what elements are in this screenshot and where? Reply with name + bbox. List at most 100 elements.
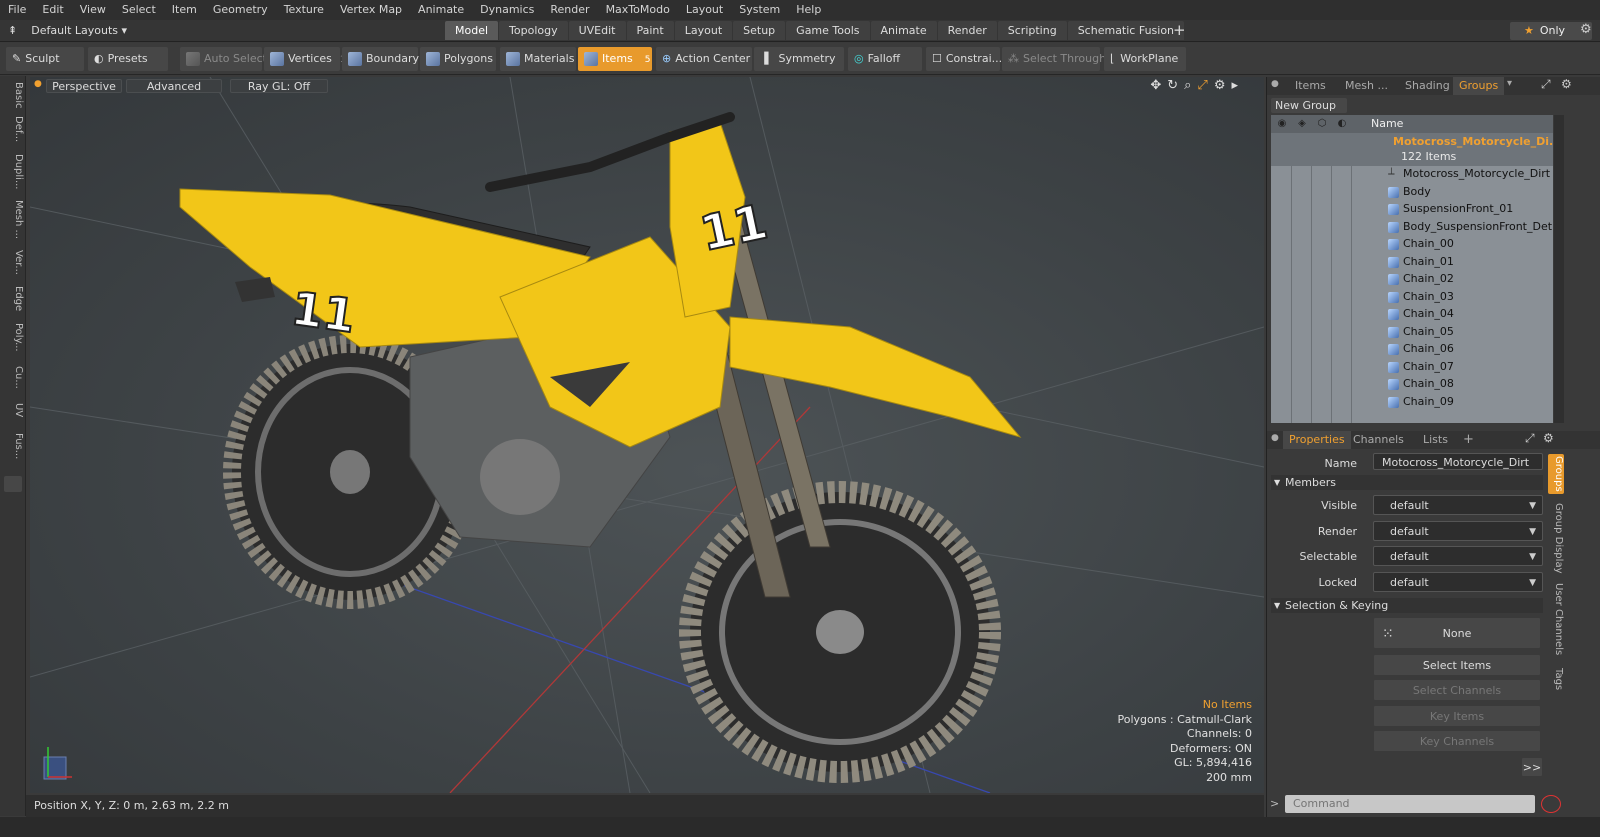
advanced-dropdown[interactable]: Advanced: [126, 79, 222, 93]
left-tab-deform[interactable]: Def...: [2, 114, 24, 144]
tree-row[interactable]: Chain_02: [1271, 271, 1553, 289]
left-tab-fusion[interactable]: Fus...: [2, 428, 24, 464]
tree-row[interactable]: Chain_01: [1271, 254, 1553, 272]
tree-row[interactable]: Chain_09: [1271, 394, 1553, 412]
menu-help[interactable]: Help: [788, 0, 829, 20]
left-strip-toggle[interactable]: [4, 476, 22, 492]
left-tab-vertex[interactable]: Ver...: [2, 248, 24, 276]
select-icon[interactable]: ◐: [1335, 117, 1349, 131]
tab-items[interactable]: Items: [1295, 77, 1326, 95]
render-dropdown[interactable]: default ▼: [1373, 521, 1543, 541]
tree-row[interactable]: ⟂ Motocross_Motorcycle_Dirt: [1271, 166, 1553, 184]
left-tab-edge[interactable]: Edge: [2, 284, 24, 314]
tab-lists[interactable]: Lists: [1423, 431, 1448, 449]
tab-setup[interactable]: Setup: [733, 21, 786, 40]
tree-row[interactable]: Chain_08: [1271, 376, 1553, 394]
add-tab-button[interactable]: +: [1173, 20, 1186, 41]
left-tab-basic[interactable]: Basic: [2, 80, 24, 110]
tab-model[interactable]: Model: [445, 21, 499, 40]
more-button[interactable]: >>: [1521, 757, 1543, 777]
left-tab-polygon[interactable]: Poly...: [2, 320, 24, 354]
properties-settings-icon[interactable]: ⚙: [1543, 431, 1554, 445]
zoom-icon[interactable]: ⌕: [1184, 78, 1197, 93]
side-tab-groups[interactable]: Groups: [1548, 454, 1564, 494]
3d-viewport[interactable]: 11 11 ● Perspective Advanced Ray GL: Off…: [30, 77, 1264, 793]
polygons-button[interactable]: Polygons: [420, 47, 496, 71]
selectable-dropdown[interactable]: default ▼: [1373, 546, 1543, 566]
auto-select-button[interactable]: Auto Select: [180, 47, 267, 71]
viewport-menu-dot-icon[interactable]: ●: [34, 79, 42, 89]
tab-groups[interactable]: Groups: [1453, 77, 1505, 95]
menu-item[interactable]: Item: [164, 0, 205, 20]
new-group-button[interactable]: New Group: [1271, 98, 1347, 113]
tree-row[interactable]: Chain_05: [1271, 324, 1553, 342]
selection-keying-section[interactable]: ▼ Selection & Keying: [1271, 598, 1543, 613]
render-icon[interactable]: ◈: [1295, 117, 1309, 131]
side-tab-tags[interactable]: Tags: [1548, 664, 1564, 694]
tree-row[interactable]: Chain_06: [1271, 341, 1553, 359]
left-tab-duplicate[interactable]: Dupli...: [2, 152, 24, 192]
menu-maxtomodo[interactable]: MaxToModo: [598, 0, 678, 20]
left-tab-mesh[interactable]: Mesh ...: [2, 200, 24, 240]
tree-row[interactable]: Chain_03: [1271, 289, 1553, 307]
visible-dropdown[interactable]: default ▼: [1373, 495, 1543, 515]
fit-icon[interactable]: ⤢: [1197, 78, 1213, 93]
command-input[interactable]: [1285, 795, 1535, 813]
menu-render[interactable]: Render: [542, 0, 597, 20]
menu-geometry[interactable]: Geometry: [205, 0, 276, 20]
tree-row[interactable]: Chain_00: [1271, 236, 1553, 254]
panel-settings-icon[interactable]: ⚙: [1561, 77, 1572, 91]
items-button[interactable]: Items 5: [578, 47, 652, 71]
menu-vertex-map[interactable]: Vertex Map: [332, 0, 410, 20]
workplane-button[interactable]: ⌊ WorkPlane: [1104, 47, 1186, 71]
raygl-dropdown[interactable]: Ray GL: Off: [230, 79, 328, 93]
group-root-row[interactable]: Motocross_Motorcycle_Di... 122 Items: [1271, 133, 1553, 166]
symmetry-button[interactable]: ▐ Symmetry: [754, 47, 844, 71]
layout-dropdown[interactable]: ⇞ Default Layouts ▾: [8, 20, 127, 42]
menu-view[interactable]: View: [72, 0, 114, 20]
tab-mesh[interactable]: Mesh ...: [1345, 77, 1388, 95]
perspective-dropdown[interactable]: Perspective: [46, 79, 122, 93]
tab-game-tools[interactable]: Game Tools: [786, 21, 870, 40]
left-tab-curve[interactable]: Cu...: [2, 364, 24, 390]
menu-dynamics[interactable]: Dynamics: [472, 0, 542, 20]
sculpt-button[interactable]: ✎ Sculpt: [6, 47, 84, 71]
side-tab-group-display[interactable]: Group Display: [1548, 502, 1564, 574]
viewport-settings-icon[interactable]: ⚙: [1214, 78, 1232, 93]
settings-icon[interactable]: ⚙: [1580, 22, 1592, 37]
tab-animate[interactable]: Animate: [870, 21, 937, 40]
key-channels-button[interactable]: Key Channels: [1373, 730, 1541, 752]
maximize-icon[interactable]: ⤢: [1541, 77, 1551, 92]
pan-icon[interactable]: ✥: [1150, 78, 1167, 93]
tree-row[interactable]: SuspensionFront_01: [1271, 201, 1553, 219]
action-center-button[interactable]: ⊕ Action Center: [656, 47, 752, 71]
tab-uvedit[interactable]: UVEdit: [568, 21, 626, 40]
panel-menu-dot-icon[interactable]: ●: [1271, 79, 1279, 89]
tree-row[interactable]: Chain_04: [1271, 306, 1553, 324]
record-macro-icon[interactable]: [1541, 795, 1561, 813]
menu-animate[interactable]: Animate: [410, 0, 472, 20]
tabs-overflow-icon[interactable]: ▾: [1507, 78, 1512, 89]
key-items-button[interactable]: Key Items: [1373, 705, 1541, 727]
menu-select[interactable]: Select: [114, 0, 164, 20]
menu-file[interactable]: File: [0, 0, 34, 20]
tab-render[interactable]: Render: [937, 21, 997, 40]
constraints-button[interactable]: ☐ Constrai...: [926, 47, 1002, 71]
vertices-button[interactable]: Vertices1: [264, 47, 346, 71]
tab-layout[interactable]: Layout: [674, 21, 733, 40]
menu-layout[interactable]: Layout: [678, 0, 731, 20]
none-selection-button[interactable]: ⁙ None: [1373, 617, 1541, 649]
menu-system[interactable]: System: [731, 0, 788, 20]
presets-button[interactable]: ◐ Presets: [88, 47, 168, 71]
tree-row[interactable]: Body_SuspensionFront_Det...: [1271, 219, 1553, 237]
boundary-button[interactable]: Boundary: [342, 47, 419, 71]
tab-paint[interactable]: Paint: [626, 21, 674, 40]
eye-icon[interactable]: ◉: [1275, 117, 1289, 131]
side-tab-user-channels[interactable]: User Channels: [1548, 582, 1564, 656]
select-items-button[interactable]: Select Items: [1373, 654, 1541, 676]
lock-icon[interactable]: ⬡: [1315, 117, 1329, 131]
tab-properties[interactable]: Properties: [1283, 431, 1351, 449]
left-tab-uv[interactable]: UV: [2, 398, 24, 422]
members-section[interactable]: ▼ Members: [1271, 475, 1543, 490]
tab-topology[interactable]: Topology: [499, 21, 568, 40]
